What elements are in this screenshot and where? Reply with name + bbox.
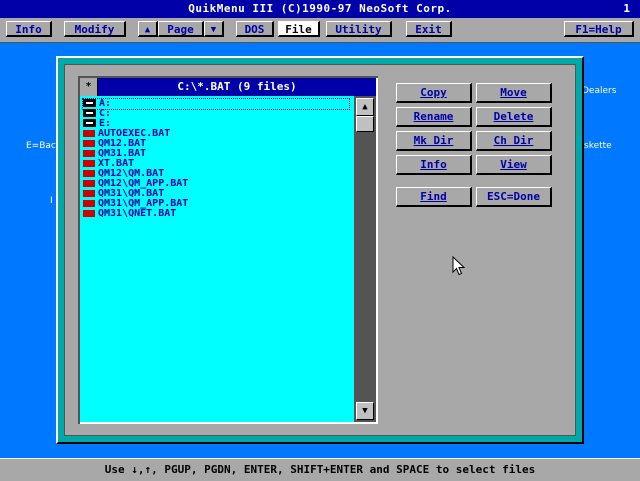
system-menu-icon[interactable]: * [80,78,98,96]
title-bar: QuikMenu III (C)1990-97 NeoSoft Corp. 1 [0,0,640,18]
page-up-button[interactable]: ▲ [138,21,158,37]
file-icon [83,179,95,187]
file-icon [83,149,95,157]
scroll-up-button[interactable]: ▲ [356,98,374,116]
scroll-thumb[interactable] [356,116,374,132]
info-menu-button[interactable]: Info [6,21,52,37]
mkdir-button[interactable]: Mk Dir [396,131,472,151]
down-triangle-icon: ▼ [210,25,217,35]
copy-button[interactable]: Copy [396,83,472,103]
help-menu-button[interactable]: F1=Help [564,21,634,37]
chdir-button[interactable]: Ch Dir [476,131,552,151]
scroll-down-button[interactable]: ▼ [356,402,374,420]
file-icon [83,169,95,177]
list-item-file[interactable]: QM31\QNET.BAT [83,209,176,219]
file-menu-button[interactable]: File [278,21,320,37]
up-arrow-icon: ▲ [362,102,368,112]
view-button[interactable]: View [476,155,552,175]
page-number: 1 [623,2,630,15]
exit-menu-button[interactable]: Exit [406,21,452,37]
desktop-label-dealers: Dealers [582,86,617,96]
file-icon [83,189,95,197]
desktop-label-i: I [50,196,53,206]
file-icon [83,199,95,207]
move-button[interactable]: Move [476,83,552,103]
dos-menu-button[interactable]: DOS [236,21,274,37]
file-icon [83,139,95,147]
utility-menu-button[interactable]: Utility [326,21,392,37]
menu-bar: Info Modify ▲ Page ▼ DOS File Utility Ex… [0,18,640,43]
file-list[interactable]: A: C: E: AUTOEXEC.BAT QM12.BAT QM31.BAT … [80,96,354,422]
up-triangle-icon: ▲ [144,25,151,35]
delete-button[interactable]: Delete [476,107,552,127]
drive-icon [83,119,96,127]
file-list-title-bar: * C:\*.BAT (9 files) [80,78,376,96]
file-list-title: C:\*.BAT (9 files) [177,80,297,93]
list-item-drive-a[interactable]: A: [82,98,350,110]
desktop-label-diskette: skette [584,141,612,151]
status-text: Use ↓,↑, PGUP, PGDN, ENTER, SHIFT+ENTER … [104,463,536,476]
rename-button[interactable]: Rename [396,107,472,127]
drive-icon [83,109,96,117]
file-icon [83,209,95,217]
mouse-pointer-icon [452,256,466,276]
page-menu-button[interactable]: Page [158,21,204,37]
app-title: QuikMenu III (C)1990-97 NeoSoft Corp. [188,2,452,15]
desktop-label-back: E=Bac [26,141,56,151]
info-button[interactable]: Info [396,155,472,175]
drive-icon [83,99,96,107]
file-icon [83,129,95,137]
page-down-button[interactable]: ▼ [204,21,224,37]
down-arrow-icon: ▼ [362,406,368,416]
done-button[interactable]: ESC=Done [476,187,552,207]
file-list-scrollbar[interactable]: ▲ ▼ [354,96,376,422]
find-button[interactable]: Find [396,187,472,207]
status-bar: Use ↓,↑, PGUP, PGDN, ENTER, SHIFT+ENTER … [0,458,640,481]
file-icon [83,159,95,167]
modify-menu-button[interactable]: Modify [64,21,126,37]
